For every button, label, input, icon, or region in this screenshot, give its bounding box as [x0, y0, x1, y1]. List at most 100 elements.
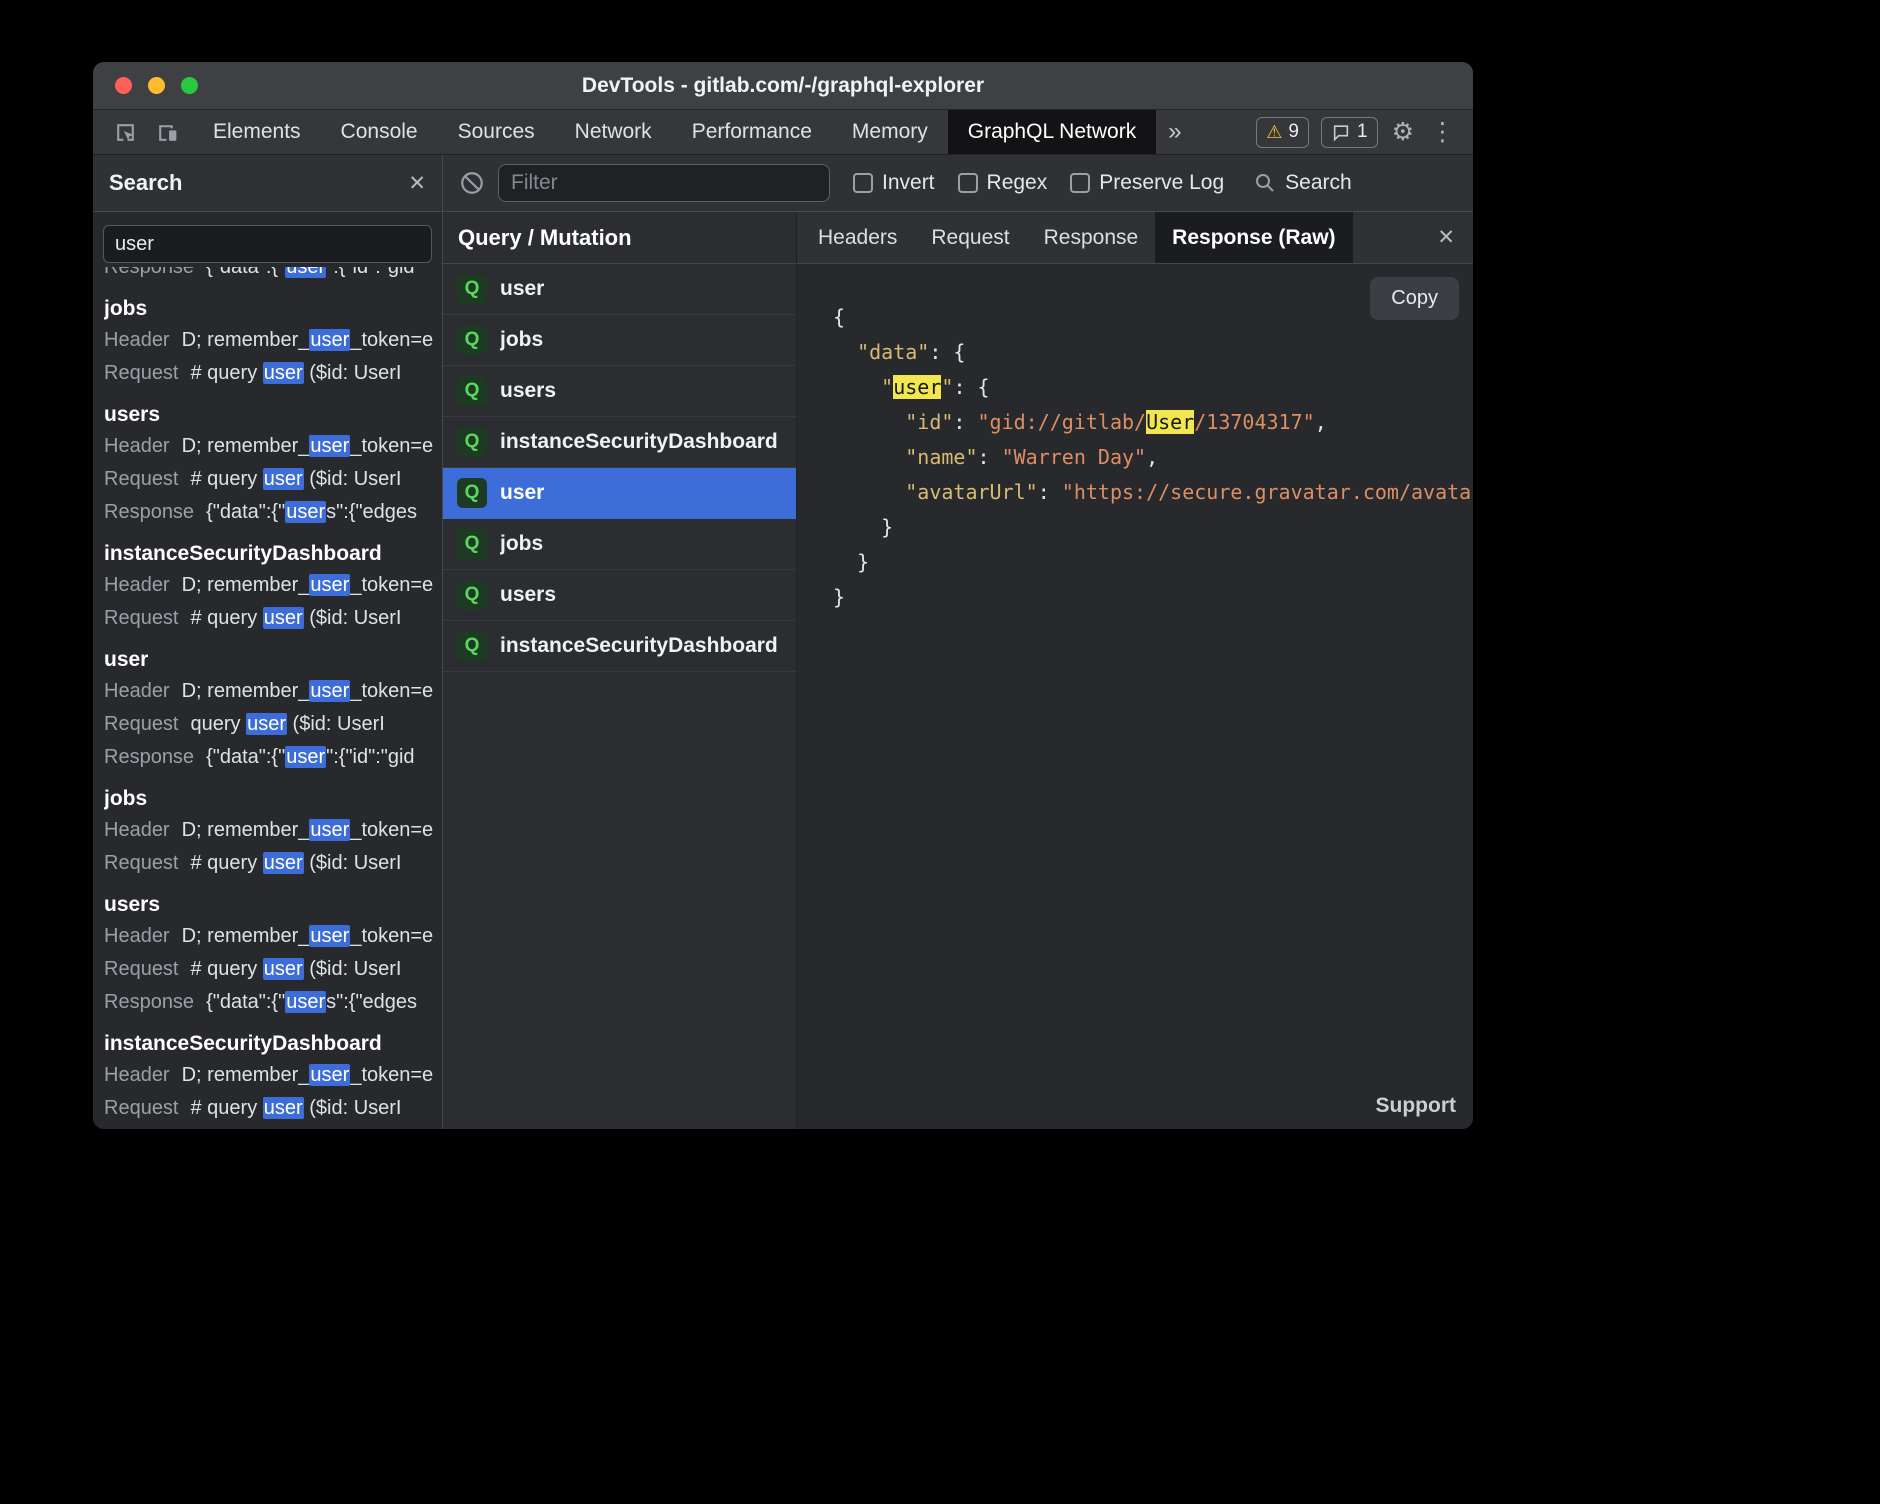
invert-checkbox[interactable]: Invert [853, 171, 935, 195]
search-result-row[interactable]: Header D; remember_user_token=e [104, 920, 442, 953]
query-list-item[interactable]: QinstanceSecurityDashboard [443, 417, 796, 468]
more-tabs-chevron[interactable]: » [1156, 110, 1193, 154]
search-result-row[interactable]: Request# query user ($id: UserI [104, 847, 442, 880]
search-result-row[interactable]: Requestquery user ($id: UserI [104, 708, 442, 741]
search-group-title[interactable]: users [104, 893, 442, 917]
search-toggle-button[interactable]: Search [1253, 171, 1352, 195]
filter-input[interactable] [498, 164, 830, 202]
search-query-wrap [93, 212, 442, 263]
tab-elements[interactable]: Elements [193, 110, 321, 154]
result-text: ":{"id":"gid [326, 267, 414, 278]
copy-button[interactable]: Copy [1370, 277, 1459, 320]
query-list-item[interactable]: Quser [443, 264, 796, 315]
query-list: QuserQjobsQusersQinstanceSecurityDashboa… [443, 264, 796, 672]
devtools-tab-strip: ElementsConsoleSourcesNetworkPerformance… [193, 110, 1156, 154]
search-result-row[interactable]: HeaderD; remember_user_token=e [104, 814, 442, 847]
search-result-row[interactable]: Response{"data":{"user":{"id":"gid [104, 267, 442, 284]
tab-memory[interactable]: Memory [832, 110, 948, 154]
window-title: DevTools - gitlab.com/-/graphql-explorer [582, 74, 984, 98]
query-label: user [500, 277, 544, 301]
search-group-title[interactable]: users [104, 403, 442, 427]
search-result-row[interactable]: HeaderD; remember_user_token=e [104, 324, 442, 357]
clear-log-icon[interactable] [459, 170, 485, 196]
json-line: } [833, 510, 1473, 545]
query-type-badge: Q [457, 376, 487, 406]
result-row-content: # query user ($id: UserI [191, 1097, 402, 1119]
issues-badge[interactable]: 1 [1321, 117, 1378, 148]
result-row-content: {"data":{"users":{"edges [206, 991, 417, 1013]
query-list-item[interactable]: Qjobs [443, 315, 796, 366]
query-list-item[interactable]: Quser [443, 468, 796, 519]
search-result-row[interactable]: Request# query user ($id: UserI [104, 602, 442, 635]
json-line: "id": "gid://gitlab/User/13704317", [833, 405, 1473, 440]
response-tab-response[interactable]: Response [1027, 212, 1156, 263]
query-list-item[interactable]: QinstanceSecurityDashboard [443, 621, 796, 672]
result-text: # query [191, 1097, 263, 1119]
inspect-element-icon[interactable] [107, 114, 143, 150]
support-link[interactable]: Support [1376, 1094, 1456, 1118]
search-result-row[interactable]: Request# query user ($id: UserI [104, 953, 442, 986]
search-group-title[interactable]: jobs [104, 297, 442, 321]
search-result-row[interactable]: Request# query user ($id: UserI [104, 463, 442, 496]
search-result-row[interactable]: HeaderD; remember_user_token=e [104, 569, 442, 602]
json-token: } [881, 515, 893, 539]
regex-checkbox[interactable]: Regex [958, 171, 1048, 195]
search-result-row[interactable]: Response{"data":{"user":{"id":"gid [104, 741, 442, 774]
search-result-row[interactable]: Response{"data":{"users":{"edges [104, 986, 442, 1019]
close-detail-icon[interactable]: ✕ [1437, 212, 1473, 263]
tabbar-right-cluster: ⚠ 9 1 ⚙ ⋮ [1256, 110, 1473, 154]
query-list-item[interactable]: Qusers [443, 366, 796, 417]
json-token: } [833, 585, 845, 609]
json-indent [833, 550, 857, 574]
preserve-log-checkbox[interactable]: Preserve Log [1070, 171, 1224, 195]
warnings-badge[interactable]: ⚠ 9 [1256, 117, 1309, 148]
close-search-icon[interactable]: ✕ [408, 171, 426, 196]
search-group-title[interactable]: jobs [104, 787, 442, 811]
result-text: D; remember_ [182, 680, 310, 702]
tab-graphql-network[interactable]: GraphQL Network [948, 110, 1156, 154]
message-bubble-icon [1331, 123, 1351, 142]
response-tab-headers[interactable]: Headers [801, 212, 914, 263]
close-window-button[interactable] [115, 77, 132, 94]
invert-checkbox-box [853, 173, 873, 193]
kebab-menu-icon[interactable]: ⋮ [1428, 120, 1457, 145]
search-group-title[interactable]: instanceSecurityDashboard [104, 542, 442, 566]
query-list-item[interactable]: Qusers [443, 570, 796, 621]
response-panel: HeadersRequestResponseResponse (Raw) ✕ C… [797, 212, 1473, 1129]
tab-performance[interactable]: Performance [672, 110, 832, 154]
preserve-log-checkbox-label: Preserve Log [1099, 171, 1224, 195]
result-text: ($id: UserI [304, 852, 402, 874]
response-tab-request[interactable]: Request [914, 212, 1026, 263]
tab-console[interactable]: Console [321, 110, 438, 154]
search-match: user [263, 852, 304, 874]
response-tabs-host: HeadersRequestResponseResponse (Raw) [801, 212, 1353, 263]
search-result-row[interactable]: Request# query user ($id: UserI [104, 357, 442, 390]
search-query-input[interactable] [103, 225, 432, 263]
search-result-row[interactable]: HeaderD; remember_user_token=e [104, 1059, 442, 1092]
query-label: user [500, 481, 544, 505]
query-type-badge: Q [457, 580, 487, 610]
result-row-label: Request [104, 1097, 179, 1119]
search-result-row[interactable]: Request # query user ($id: UserI [104, 1092, 442, 1125]
result-row-content: D; remember_user_token=e [182, 925, 434, 947]
search-panel-title: Search [109, 170, 182, 196]
tab-sources[interactable]: Sources [438, 110, 555, 154]
result-row-content: query user ($id: UserI [191, 713, 385, 735]
result-row-label: Response [104, 501, 194, 523]
search-group-title[interactable]: user [104, 648, 442, 672]
search-result-row[interactable]: HeaderD; remember_user_token=e [104, 675, 442, 708]
result-text: ($id: UserI [304, 607, 402, 629]
result-row-label: Header [104, 925, 170, 947]
search-result-row[interactable]: Response{"data":{"users":{"edges [104, 496, 442, 529]
tab-network[interactable]: Network [555, 110, 672, 154]
search-result-row[interactable]: HeaderD; remember_user_token=e [104, 430, 442, 463]
device-toolbar-icon[interactable] [149, 114, 185, 150]
settings-gear-icon[interactable]: ⚙ [1390, 120, 1416, 145]
minimize-window-button[interactable] [148, 77, 165, 94]
response-tab-response-raw[interactable]: Response (Raw) [1155, 212, 1352, 263]
query-list-item[interactable]: Qjobs [443, 519, 796, 570]
zoom-window-button[interactable] [181, 77, 198, 94]
result-text: _token=e [350, 435, 433, 457]
json-token: User [1146, 410, 1194, 434]
search-group-title[interactable]: instanceSecurityDashboard [104, 1032, 442, 1056]
